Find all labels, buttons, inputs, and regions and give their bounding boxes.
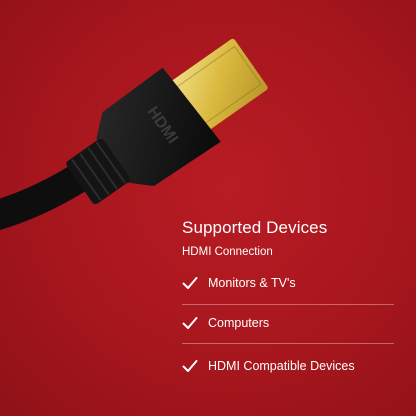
product-feature-card: HDMI Supported Devices HDMI Connection M…	[0, 0, 416, 416]
checkmark-icon	[182, 317, 198, 329]
divider	[182, 304, 394, 305]
panel-subtitle: HDMI Connection	[182, 246, 273, 258]
feature-label: HDMI Compatible Devices	[208, 359, 355, 373]
divider	[182, 343, 394, 344]
feature-item-computers: Computers	[182, 313, 402, 333]
feature-item-hdmi-devices: HDMI Compatible Devices	[182, 356, 402, 376]
hdmi-cable-illustration: HDMI	[0, 38, 268, 231]
feature-label: Computers	[208, 316, 270, 330]
feature-item-monitors: Monitors & TV's	[182, 273, 402, 293]
panel-title: Supported Devices	[182, 218, 328, 237]
checkmark-icon	[182, 360, 198, 372]
checkmark-icon	[182, 277, 198, 289]
feature-label: Monitors & TV's	[208, 276, 296, 290]
